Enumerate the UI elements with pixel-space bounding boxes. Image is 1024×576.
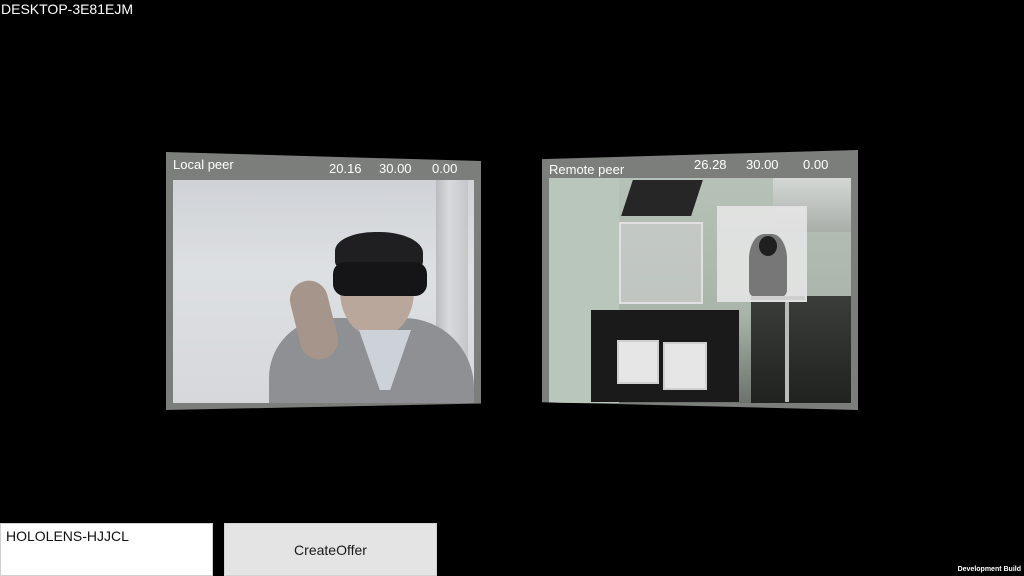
local-peer-header: Local peer 20.16 30.00 0.00 (166, 152, 481, 180)
local-peer-title: Local peer (173, 157, 234, 172)
development-build-label: Development Build (957, 566, 1021, 573)
remote-peer-stat-2: 30.00 (746, 157, 779, 172)
remote-peer-title: Remote peer (549, 162, 625, 177)
remote-peer-panel: Remote peer 26.28 30.00 0.00 (542, 150, 858, 410)
remote-peer-stat-3: 0.00 (803, 157, 829, 172)
remote-peer-stat-1: 26.28 (694, 157, 727, 172)
app-root: DESKTOP-3E81EJM Local peer 20.16 30.00 0… (0, 0, 1024, 576)
local-peer-stat-1: 20.16 (329, 161, 362, 176)
create-offer-button[interactable]: CreateOffer (224, 523, 437, 576)
remote-peer-name-field[interactable]: HOLOLENS-HJJCL (0, 523, 213, 576)
local-peer-panel: Local peer 20.16 30.00 0.00 (166, 152, 481, 410)
remote-peer-header: Remote peer 26.28 30.00 0.00 (542, 150, 858, 178)
local-video-feed (173, 180, 474, 403)
remote-video-feed (549, 178, 851, 403)
local-peer-stat-2: 30.00 (379, 161, 412, 176)
local-peer-stat-3: 0.00 (432, 161, 458, 176)
machine-name-label: DESKTOP-3E81EJM (1, 1, 134, 17)
